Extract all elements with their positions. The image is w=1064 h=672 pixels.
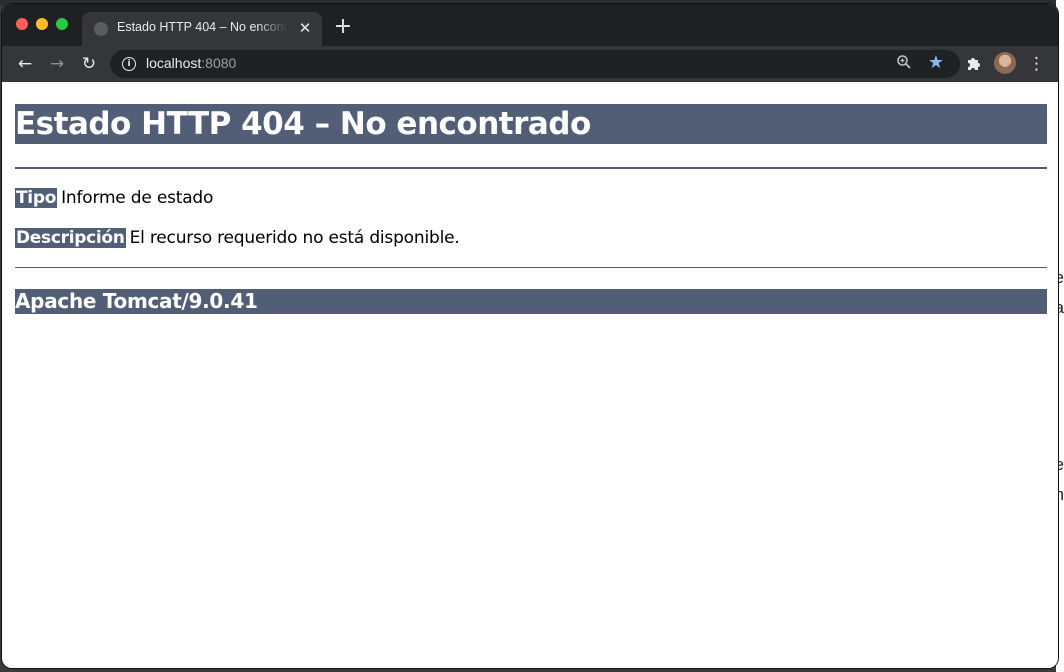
divider [15,267,1047,268]
star-icon[interactable]: ★ [928,52,944,73]
globe-icon [94,22,108,36]
url-host: localhost [146,55,202,71]
type-row: Tipo Informe de estado [15,187,213,209]
window-maximize-button[interactable] [56,18,68,30]
zoom-icon[interactable] [896,54,912,74]
browser-toolbar: ← → ↻ i localhost:8080 ★ ⋮ [2,46,1058,82]
url-text[interactable]: localhost:8080 [146,55,236,71]
back-icon[interactable]: ← [14,53,36,75]
info-icon[interactable]: i [122,57,136,71]
extensions-icon[interactable] [964,54,984,74]
type-label: Tipo [15,188,58,208]
new-tab-button[interactable]: + [332,16,354,38]
url-port: :8080 [201,55,237,71]
menu-icon[interactable]: ⋮ [1028,53,1045,75]
tab-active[interactable]: Estado HTTP 404 – No encontrado ✕ [82,12,322,46]
description-row: Descripción El recurso requerido no está … [15,227,460,249]
avatar[interactable] [994,52,1016,74]
description-label: Descripción [15,228,126,248]
description-value: El recurso requerido no está disponible. [129,228,460,248]
server-footer: Apache Tomcat/9.0.41 [15,289,1047,314]
address-bar[interactable]: i localhost:8080 ★ [110,50,960,78]
page-content: Estado HTTP 404 – No encontrado Tipo Info… [2,82,1058,668]
browser-window: Estado HTTP 404 – No encontrado ✕ + ← → … [2,4,1058,668]
window-minimize-button[interactable] [36,18,48,30]
title-bar: Estado HTTP 404 – No encontrado ✕ + [2,4,1058,46]
page-title: Estado HTTP 404 – No encontrado [15,104,1047,144]
reload-icon[interactable]: ↻ [78,53,100,75]
window-close-button[interactable] [16,18,28,30]
tab-title: Estado HTTP 404 – No encontrado [117,20,287,34]
divider [15,167,1047,169]
forward-icon[interactable]: → [46,53,68,75]
type-value: Informe de estado [61,188,214,208]
tab-close-icon[interactable]: ✕ [296,19,314,37]
